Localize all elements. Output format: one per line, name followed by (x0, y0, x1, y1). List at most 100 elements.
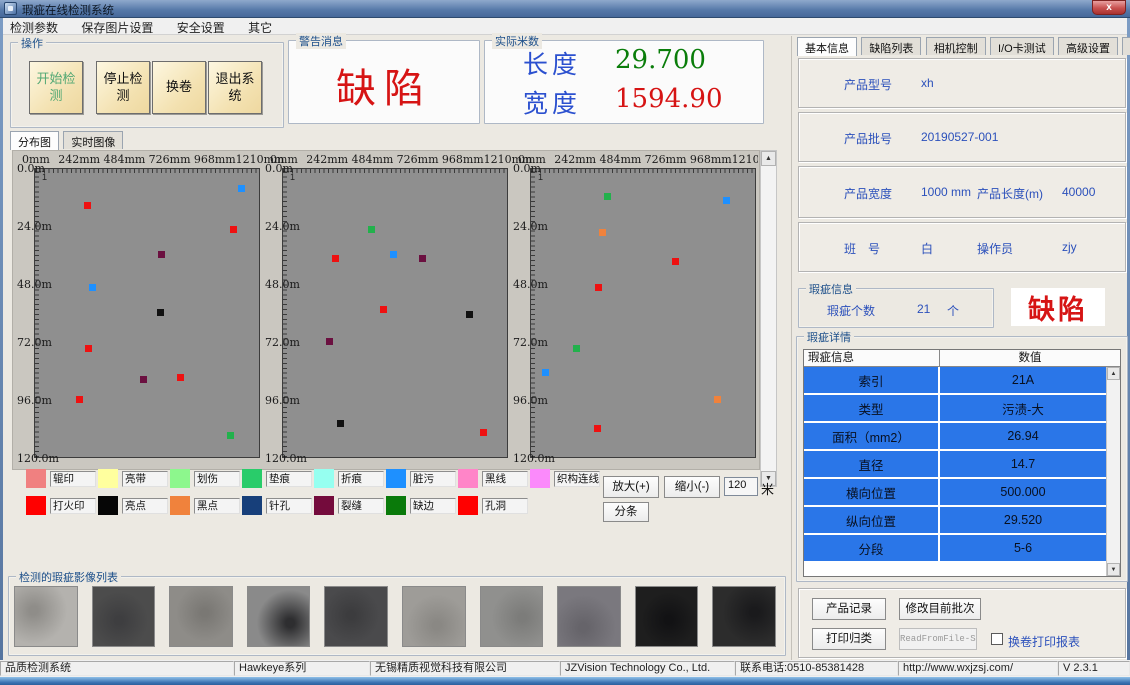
legend-item: 裂缝 (314, 496, 386, 515)
product-batch-box: 产品批号 20190527-001 (798, 112, 1126, 162)
start-detection-button[interactable]: 开始检测 (29, 61, 83, 114)
tab-run-status[interactable]: 运行状态信息 (1122, 37, 1130, 55)
zoom-in-button[interactable]: 放大(+) (603, 476, 659, 498)
defect-point-purple (140, 376, 147, 383)
legend-color-swatch (458, 469, 478, 488)
defect-point-red (230, 226, 237, 233)
product-record-button[interactable]: 产品记录 (812, 598, 886, 620)
menu-item-security-settings[interactable]: 安全设置 (167, 18, 235, 37)
legend-item: 脏污 (386, 469, 458, 488)
row-value: 污渍-大 (940, 395, 1106, 421)
legend-item: 打火印 (26, 496, 98, 515)
chart-scrollbar[interactable]: ▲ ▼ (760, 150, 777, 487)
split-button[interactable]: 分条 (603, 502, 649, 522)
scatter-plot-2[interactable]: 1 (282, 168, 508, 458)
read-from-file-button: ReadFromFile-SIM (899, 628, 977, 650)
tab-camera-control[interactable]: 相机控制 (926, 37, 986, 55)
defect-point-orange (599, 229, 606, 236)
meter-unit-label: 米 (761, 479, 774, 498)
change-roll-button[interactable]: 换卷 (152, 61, 206, 114)
view-tabs: 分布图 实时图像 (10, 131, 124, 149)
table-row[interactable]: 直径14.7 (804, 451, 1106, 479)
legend-item: 辊印 (26, 469, 98, 488)
tab-advanced-settings[interactable]: 高级设置 (1058, 37, 1118, 55)
x-axis-tick-label: 242mm (306, 153, 348, 166)
y-axis-tick-label: 0.0m (265, 162, 293, 175)
distribution-chart-area: 0mm242mm484mm726mm968mm1210mm0.0m24.0m48… (12, 150, 760, 470)
table-row[interactable]: 纵向位置29.520 (804, 507, 1106, 535)
exit-system-button[interactable]: 退出系统 (208, 61, 262, 114)
y-axis-tick-label: 0.0m (513, 162, 541, 175)
status-bar: 品质检测系统Hawkeye系列无锡精质视觉科技有限公司JZVision Tech… (0, 660, 1130, 677)
operation-group: 操作 开始检测 停止检测 换卷 退出系统 (10, 42, 284, 128)
status-cell-4: JZVision Technology Co., Ltd. (560, 661, 735, 676)
y-axis-tick-label: 72.0m (265, 336, 300, 349)
y-axis-tick-label: 0.0m (17, 162, 45, 175)
defect-point-green (604, 193, 611, 200)
table-row[interactable]: 类型污渍-大 (804, 395, 1106, 423)
modify-batch-button[interactable]: 修改目前批次 (899, 598, 981, 620)
y-axis-tick-label: 96.0m (265, 394, 300, 407)
legend-item: 亮带 (98, 469, 170, 488)
scatter-plot-1[interactable]: 1 (34, 168, 260, 458)
tab-basic-info[interactable]: 基本信息 (797, 37, 857, 56)
table-row[interactable]: 面积（mm2）26.94 (804, 423, 1106, 451)
table-scroll-down-icon[interactable]: ▼ (1107, 563, 1120, 576)
table-scrollbar[interactable]: ▲ ▼ (1106, 367, 1120, 576)
defect-point-purple (326, 338, 333, 345)
title-bar[interactable]: 瑕疵在线检测系统 x (0, 0, 1130, 18)
tab-distribution[interactable]: 分布图 (10, 131, 59, 150)
tab-defect-list[interactable]: 缺陷列表 (861, 37, 921, 55)
table-row[interactable]: 索引21A (804, 367, 1106, 395)
defect-thumbnail-5[interactable] (324, 586, 388, 647)
tab-live-image[interactable]: 实时图像 (63, 131, 123, 149)
length-value: 29.700 (615, 45, 706, 75)
legend-color-swatch (170, 469, 190, 488)
x-axis-tick-label: 242mm (58, 153, 100, 166)
close-button[interactable]: x (1092, 0, 1126, 15)
x-axis-tick-label: 726mm (149, 153, 191, 166)
defect-thumbnail-8[interactable] (557, 586, 621, 647)
print-report-checkbox[interactable] (991, 633, 1003, 645)
row-value: 5-6 (940, 535, 1106, 561)
print-classify-button[interactable]: 打印归类 (812, 628, 886, 650)
menu-item-save-image-settings[interactable]: 保存图片设置 (71, 18, 163, 37)
menu-item-other[interactable]: 其它 (238, 18, 282, 37)
y-axis-tick-label: 24.0m (513, 220, 548, 233)
legend-item: 亮点 (98, 496, 170, 515)
defect-thumbnail-4[interactable] (247, 586, 311, 647)
zoom-out-button[interactable]: 缩小(-) (664, 476, 720, 498)
y-axis-tick-label: 48.0m (513, 278, 548, 291)
length-label: 长度 (523, 45, 581, 81)
defect-point-blue (723, 197, 730, 204)
meter-range-input[interactable]: 120 (724, 477, 758, 496)
row-value: 26.94 (940, 423, 1106, 449)
table-scroll-up-icon[interactable]: ▲ (1107, 367, 1120, 380)
scroll-up-icon[interactable]: ▲ (761, 151, 776, 166)
y-axis-tick-label: 120.0m (513, 452, 555, 465)
scatter-plot-3[interactable]: 1 (530, 168, 756, 458)
legend-item: 黑线 (458, 469, 530, 488)
y-axis-tick-label: 72.0m (17, 336, 52, 349)
table-row[interactable]: 分段5-6 (804, 535, 1106, 563)
stop-detection-button[interactable]: 停止检测 (96, 61, 150, 114)
defect-thumbnail-10[interactable] (712, 586, 776, 647)
defect-thumbnail-7[interactable] (480, 586, 544, 647)
defect-point-red (595, 284, 602, 291)
tab-io-test[interactable]: I/O卡测试 (990, 37, 1054, 55)
defect-thumbnail-6[interactable] (402, 586, 466, 647)
defect-thumbnail-1[interactable] (14, 586, 78, 647)
defect-thumbnail-3[interactable] (169, 586, 233, 647)
defect-detail-title: 瑕疵详情 (804, 329, 854, 345)
x-axis-tick-label: 484mm (103, 153, 145, 166)
product-model-box: 产品型号 xh (798, 58, 1126, 108)
defect-thumbnail-9[interactable] (635, 586, 699, 647)
x-axis-tick-label: 968mm (194, 153, 236, 166)
legend-color-swatch (386, 469, 406, 488)
defect-thumbnail-2[interactable] (92, 586, 156, 647)
x-axis-tick-label: 484mm (599, 153, 641, 166)
y-axis-tick-label: 48.0m (17, 278, 52, 291)
defect-type-legend: 辊印亮带划伤垫痕折痕脏污黑线织构连线 打火印亮点黑点针孔裂缝缺边孔洞 (26, 469, 601, 521)
table-row[interactable]: 横向位置500.000 (804, 479, 1106, 507)
y-axis-tick-label: 120.0m (17, 452, 59, 465)
